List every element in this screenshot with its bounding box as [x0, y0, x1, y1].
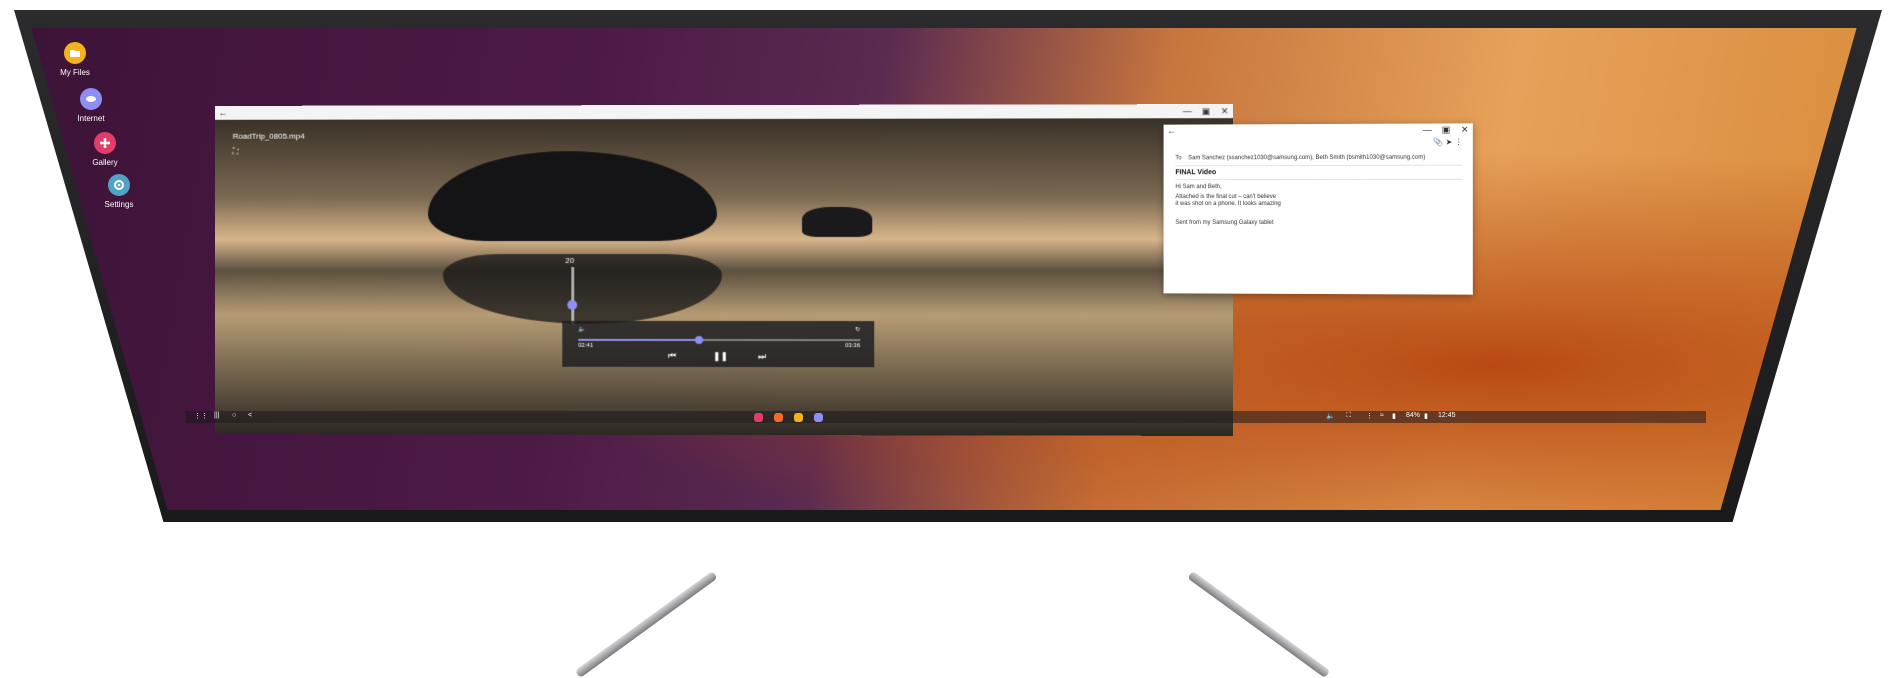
desktop-icon-internet[interactable]: Internet [46, 88, 136, 123]
recents-icon[interactable]: ||| [214, 412, 219, 419]
email-body-line[interactable]: it was shot on a phone. It looks amazing [1175, 201, 1462, 207]
volume-slider[interactable] [571, 267, 574, 325]
apps-icon[interactable]: ⋮⋮ [194, 412, 208, 420]
dock-app-my-files[interactable] [794, 413, 803, 422]
playback-controls: 🔈 ↻ 02:41 03:36 ⏮ ❚❚ ⏭ [562, 321, 874, 367]
email-titlebar: ← — ▣ ✕ [1164, 123, 1473, 136]
clock: 12:45 [1438, 412, 1456, 419]
battery-level: 84% [1406, 412, 1420, 419]
dock-app-internet[interactable] [814, 413, 823, 422]
volume-icon[interactable]: 🔈 [578, 326, 585, 333]
email-signature[interactable]: Sent from my Samsung Galaxy tablet [1175, 220, 1462, 226]
desktop-icon-label: Settings [74, 200, 164, 209]
volume-level: 20 [565, 256, 574, 265]
time-total: 03:36 [845, 343, 860, 349]
video-frame[interactable]: RoadTrip_0805.mp4 ⚲ ⋮ ⛶ 20 🔈 ↻ 02:41 03:… [215, 118, 1233, 436]
folder-icon [64, 42, 86, 64]
seek-bar-handle[interactable] [695, 336, 703, 344]
pause-icon[interactable]: ❚❚ [713, 351, 728, 362]
attach-icon[interactable]: 📎 [1433, 138, 1443, 147]
subject-field[interactable]: FINAL Video [1175, 169, 1462, 177]
taskbar: ⋮⋮ ||| ○ < 🔈 ⛶ ⋮ ≈ ▮ 84% ▮ 12:45 [186, 411, 1706, 423]
seek-bar-progress [578, 339, 699, 341]
time-elapsed: 02:41 [578, 343, 593, 349]
wifi-icon: ≈ [1380, 412, 1384, 419]
email-to-row[interactable]: To Sam Sanchez (ssanchez1030@samsung.com… [1175, 155, 1462, 162]
close-button[interactable]: ✕ [1217, 106, 1233, 117]
battery-icon: ▮ [1424, 412, 1428, 420]
send-icon[interactable]: ➤ [1446, 138, 1453, 147]
tv-stand-leg-left [575, 571, 718, 678]
desktop-icon-label: Internet [46, 114, 136, 123]
divider [1175, 165, 1462, 167]
back-arrow-icon[interactable]: ← [215, 108, 231, 118]
email-compose-window[interactable]: ← — ▣ ✕ 📎 ➤ ⋮ To Sam Sanchez (ssanchez10… [1164, 123, 1473, 294]
email-actions: 📎 ➤ ⋮ [1175, 137, 1462, 147]
divider [1175, 179, 1462, 180]
email-body-line[interactable]: Attached is the final cut – can't believ… [1175, 194, 1462, 200]
to-label: To [1175, 155, 1181, 161]
desktop-icon-settings[interactable]: Settings [74, 174, 164, 209]
video-player-window[interactable]: ← — ▣ ✕ RoadTrip_0805.mp4 ⚲ ⋮ ⛶ 20 🔈 ↻ 0… [215, 104, 1233, 436]
tv-stand-leg-right [1187, 571, 1330, 678]
close-button[interactable]: ✕ [1457, 124, 1473, 135]
maximize-button[interactable]: ▣ [1438, 124, 1454, 135]
gallery-icon [94, 132, 116, 154]
gear-icon [108, 174, 130, 196]
minimize-button[interactable]: — [1179, 106, 1195, 116]
email-greeting[interactable]: Hi Sam and Beth, [1175, 184, 1462, 190]
desktop-icon-label: Gallery [60, 158, 150, 167]
more-options-icon[interactable]: ⋮ [1455, 137, 1463, 146]
signal-icon: ▮ [1392, 412, 1396, 420]
dock-app-gallery[interactable] [754, 413, 763, 422]
video-filename: RoadTrip_0805.mp4 [233, 132, 305, 141]
back-arrow-icon[interactable]: ← [1164, 126, 1180, 136]
previous-icon[interactable]: ⏮ [668, 351, 676, 362]
capture-icon[interactable]: ⛶ [233, 147, 239, 157]
volume-icon[interactable]: 🔈 [1326, 412, 1335, 420]
capture-icon[interactable]: ⛶ [1346, 412, 1351, 420]
video-car-distant [802, 207, 872, 237]
next-icon[interactable]: ⏭ [758, 351, 766, 362]
notification-icon[interactable]: ⋮ [1366, 412, 1373, 420]
maximize-button[interactable]: ▣ [1198, 106, 1214, 117]
volume-slider-handle[interactable] [567, 300, 577, 310]
minimize-button[interactable]: — [1419, 124, 1435, 134]
dock-app-slides[interactable] [774, 413, 783, 422]
home-icon[interactable]: ○ [232, 412, 236, 419]
video-car-main [428, 151, 717, 241]
recipients-field[interactable]: Sam Sanchez (ssanchez1030@samsung.com), … [1188, 155, 1425, 162]
desktop-icon-gallery[interactable]: Gallery [60, 132, 150, 167]
internet-icon [80, 88, 102, 110]
video-car-reflection [443, 254, 722, 324]
seek-bar[interactable] [578, 339, 860, 341]
rotate-icon[interactable]: ↻ [855, 326, 860, 333]
back-icon[interactable]: < [248, 412, 252, 419]
